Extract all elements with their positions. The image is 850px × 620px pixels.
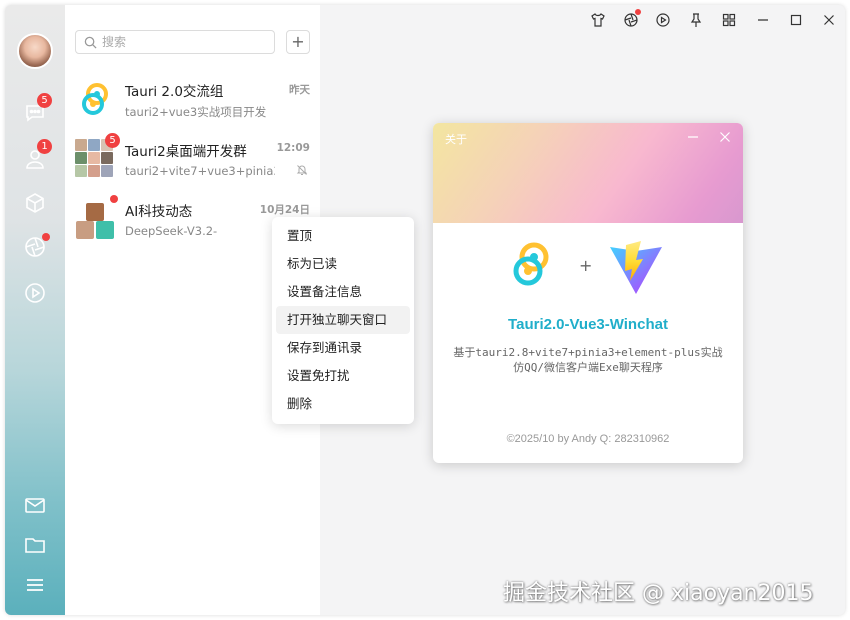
mail-icon[interactable] (23, 493, 47, 517)
menu-item-open-window[interactable]: 打开独立聊天窗口 (276, 306, 410, 334)
aperture-icon[interactable] (23, 233, 50, 259)
session-time: 12:09 (276, 142, 310, 154)
session-title: Tauri 2.0交流组 (125, 84, 224, 100)
tauri-logo-icon (82, 83, 108, 115)
tauri-logo-icon (513, 242, 549, 286)
session-title: AI科技动态 (125, 204, 193, 220)
session-preview: tauri2+vite7+vue3+pinia3... (125, 164, 275, 178)
search-box[interactable] (75, 30, 275, 54)
search-icon (84, 36, 97, 49)
description-line: 基于tauri2.8+vite7+pinia3+element-plus实战 (453, 346, 723, 359)
contacts-icon[interactable]: 1 (23, 139, 52, 171)
about-dialog: 关于 + Tauri2.0-Vue3-Winchat 基于tauri2.8+vi… (433, 123, 743, 463)
aperture-dot (42, 233, 50, 241)
maximize-icon[interactable] (788, 12, 804, 28)
app-window: 5 1 + (5, 5, 845, 615)
session-badge: 5 (105, 133, 120, 148)
folder-icon[interactable] (23, 533, 47, 557)
dialog-minimize-icon[interactable] (687, 131, 699, 143)
vite-logo-icon (610, 241, 662, 294)
play-icon[interactable] (655, 12, 671, 28)
copyright: ©2025/10 by Andy Q: 282310962 (506, 433, 670, 445)
minimize-icon[interactable] (755, 12, 771, 28)
aperture-dot (635, 9, 641, 15)
search-input[interactable] (102, 34, 267, 50)
session-title: Tauri2桌面端开发群 (125, 144, 247, 160)
menu-item-set-remark[interactable]: 设置备注信息 (276, 278, 410, 306)
context-menu: 置顶 标为已读 设置备注信息 打开独立聊天窗口 保存到通讯录 设置免打扰 删除 (272, 217, 414, 424)
plus-sign: + (579, 256, 593, 275)
shirt-icon[interactable] (590, 12, 606, 28)
sidebar-rail: 5 1 (5, 5, 65, 615)
cube-icon[interactable] (23, 191, 47, 215)
app-name: Tauri2.0-Vue3-Winchat (508, 316, 668, 333)
pin-icon[interactable] (688, 12, 704, 28)
menu-icon[interactable] (23, 573, 47, 597)
menu-item-save-contacts[interactable]: 保存到通讯录 (276, 334, 410, 362)
dialog-header: 关于 (433, 123, 743, 223)
play-circle-icon[interactable] (23, 281, 47, 305)
contacts-badge: 1 (37, 139, 52, 154)
mute-bell-icon (296, 165, 308, 175)
session-preview: tauri2+vue3实战项目开发 (125, 105, 267, 119)
session-panel: + Tauri 2.0交流组 昨天 tauri2+vue3实战项目开发 5 Ta… (65, 5, 414, 615)
group-avatar (75, 199, 115, 239)
close-icon[interactable] (821, 12, 837, 28)
app-description: 基于tauri2.8+vite7+pinia3+element-plus实战 仿… (433, 345, 743, 375)
session-time: 10月24日 (259, 204, 310, 216)
menu-item-mark-read[interactable]: 标为已读 (276, 250, 410, 278)
session-time: 昨天 (289, 84, 310, 96)
menu-item-do-not-disturb[interactable]: 设置免打扰 (276, 362, 410, 390)
menu-item-pin[interactable]: 置顶 (276, 222, 410, 250)
chat-badge: 5 (37, 93, 52, 108)
session-item[interactable]: Tauri 2.0交流组 昨天 tauri2+vue3实战项目开发 (65, 71, 320, 131)
menu-item-delete[interactable]: 删除 (276, 390, 410, 418)
chat-icon[interactable]: 5 (23, 93, 52, 125)
dialog-close-icon[interactable] (719, 131, 731, 143)
description-line: 仿QQ/微信客户端Exe聊天程序 (513, 361, 663, 374)
user-avatar[interactable] (17, 33, 53, 69)
aperture-icon[interactable] (623, 9, 641, 28)
session-preview: DeepSeek-V3.2- (125, 224, 218, 238)
add-button[interactable]: + (286, 30, 310, 54)
grid-icon[interactable] (721, 12, 737, 28)
session-item[interactable]: 5 Tauri2桌面端开发群 12:09 tauri2+vite7+vue3+p… (65, 131, 320, 191)
watermark: 掘金技术社区 @ xiaoyan2015 (503, 581, 814, 606)
session-unread-dot (110, 195, 118, 203)
dialog-title: 关于 (445, 133, 467, 146)
